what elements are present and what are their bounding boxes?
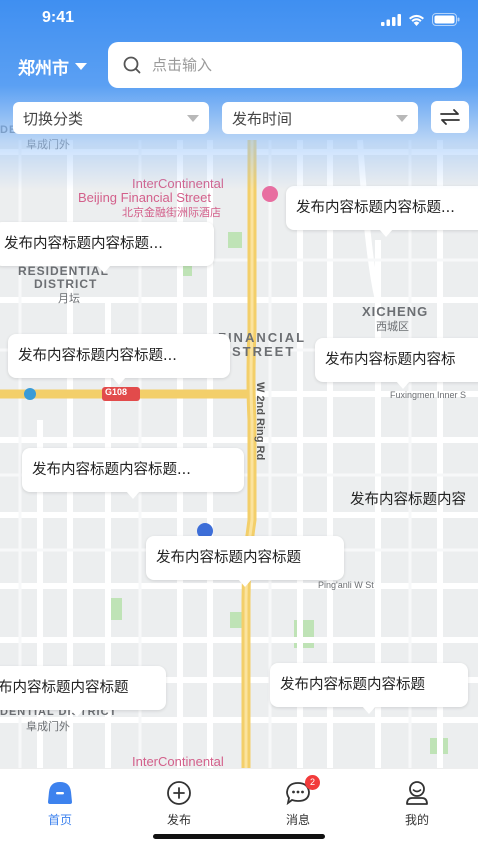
time-filter-label: 发布时间 bbox=[232, 109, 293, 128]
map-bubble-partial[interactable]: 发布内容标题内容 bbox=[350, 488, 466, 509]
search-bar[interactable] bbox=[108, 42, 462, 88]
map-label: 阜成门外 bbox=[26, 139, 70, 151]
category-filter-label: 切换分类 bbox=[23, 109, 84, 128]
tab-label: 我的 bbox=[404, 813, 429, 827]
map-label: 阜成门外 bbox=[26, 721, 70, 733]
tab-messages[interactable]: 2 消息 bbox=[258, 775, 338, 828]
swap-arrows-icon bbox=[440, 109, 460, 125]
status-bar: 9:41 bbox=[0, 0, 478, 40]
map-label: FINANCIAL bbox=[218, 330, 307, 345]
signal-icon bbox=[381, 13, 401, 26]
map-label: 西城区 bbox=[376, 321, 409, 333]
map-label: DISTRICT bbox=[34, 277, 98, 291]
map-bubble[interactable]: 布内容标题内容标题 bbox=[0, 666, 166, 717]
map-label: STREET bbox=[232, 344, 296, 359]
caret-down-icon bbox=[75, 63, 87, 70]
map-bubble[interactable]: 发布内容标题内容标题 bbox=[270, 663, 468, 714]
map-label: 北京金融街洲际酒店 bbox=[122, 207, 221, 219]
map-label: 月坛 bbox=[58, 293, 80, 305]
map-bubble[interactable]: 发布内容标题内容标题... bbox=[22, 448, 244, 499]
map-label: InterContinental bbox=[132, 754, 224, 768]
map-bubble[interactable]: 发布内容标题内容标题... bbox=[286, 186, 478, 237]
time-filter[interactable]: 发布时间 bbox=[222, 102, 418, 134]
home-indicator bbox=[153, 834, 325, 839]
home-icon bbox=[48, 782, 72, 804]
map-label: Fuxingmen Inner S bbox=[390, 390, 467, 400]
search-icon bbox=[123, 56, 141, 74]
map-label: Beijing Financial Street bbox=[78, 190, 211, 205]
status-time: 9:41 bbox=[42, 9, 75, 26]
tab-profile[interactable]: 我的 bbox=[377, 779, 457, 828]
map-label: W 2nd Ring Rd bbox=[254, 382, 266, 461]
triangle-down-icon bbox=[187, 114, 199, 122]
map-bubble[interactable]: 发布内容标题内容标题 bbox=[146, 536, 344, 587]
tab-home[interactable]: 首页 bbox=[20, 779, 100, 828]
tab-label: 发布 bbox=[166, 813, 191, 827]
wifi-icon bbox=[409, 14, 424, 26]
road-badge-g108: G108 bbox=[105, 387, 128, 397]
swap-button[interactable] bbox=[431, 101, 469, 133]
map-label: InterContinental bbox=[132, 176, 224, 191]
profile-icon bbox=[406, 781, 428, 805]
map-bubble[interactable]: 发布内容标题内容标题... bbox=[0, 222, 214, 273]
plus-circle-icon bbox=[167, 781, 191, 805]
city-selector[interactable]: 郑州市 bbox=[18, 54, 87, 79]
tab-publish[interactable]: 发布 bbox=[139, 779, 219, 828]
map-bubble[interactable]: 发布内容标题内容标题... bbox=[8, 334, 230, 385]
status-icons bbox=[381, 13, 460, 26]
map-label: XICHENG bbox=[362, 304, 429, 319]
city-label: 郑州市 bbox=[18, 59, 69, 79]
triangle-down-icon bbox=[396, 114, 408, 122]
category-filter[interactable]: 切换分类 bbox=[13, 102, 209, 134]
map-bubble[interactable]: 发布内容标题内容标 bbox=[315, 338, 478, 389]
message-badge: 2 bbox=[305, 775, 320, 790]
search-input[interactable] bbox=[152, 56, 432, 74]
tab-label: 首页 bbox=[47, 813, 72, 827]
battery-icon bbox=[432, 13, 460, 26]
map-label: RESIDENTIAL bbox=[18, 264, 110, 278]
map-label: Ping'anli W St bbox=[318, 580, 374, 590]
tab-label: 消息 bbox=[285, 813, 310, 827]
